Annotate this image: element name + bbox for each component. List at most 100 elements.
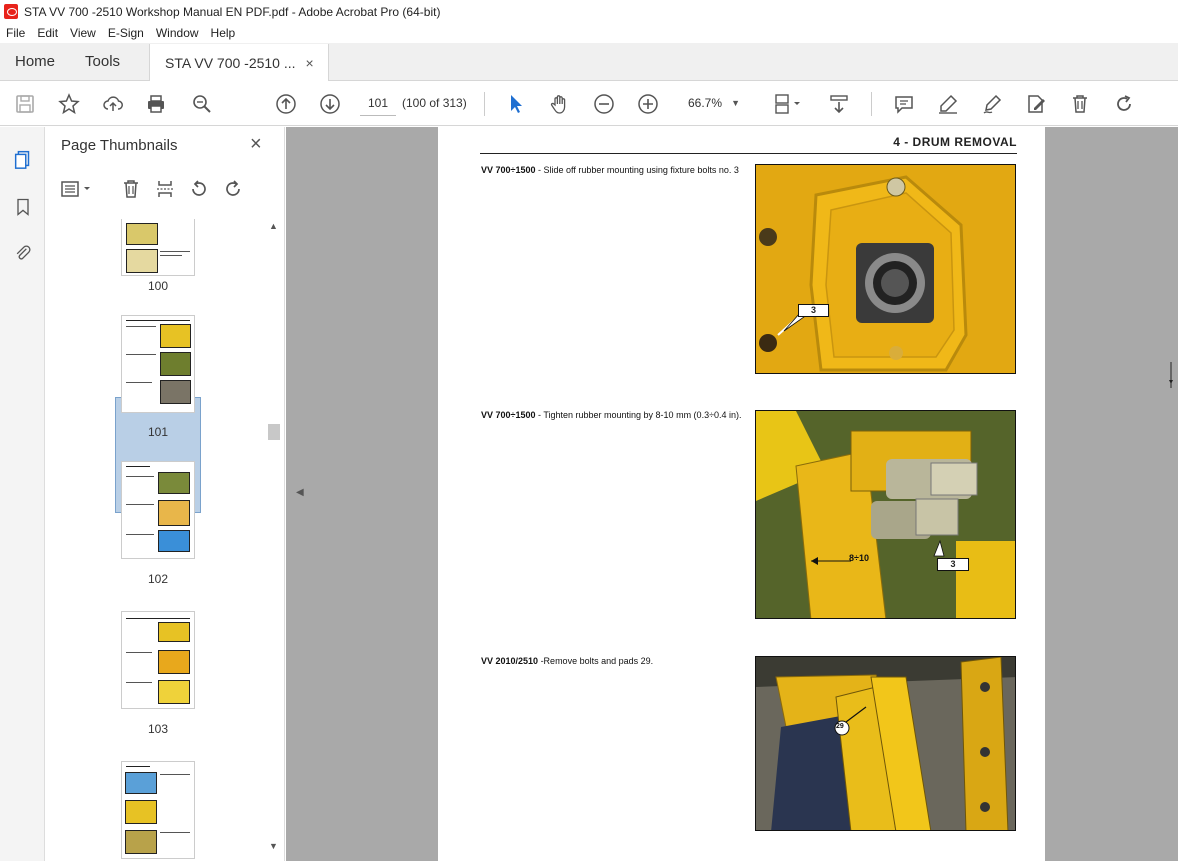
page-thumbnails-icon[interactable] (11, 147, 35, 171)
photo-drawing (756, 165, 1015, 373)
step-1-text: VV 700÷1500 - Slide off rubber mounting … (481, 165, 743, 176)
bookmark-star-icon[interactable] (56, 91, 82, 117)
next-page-icon[interactable] (317, 91, 343, 117)
delete-trash-icon[interactable] (1067, 91, 1093, 117)
upload-cloud-icon[interactable] (100, 91, 126, 117)
thumbnail-text-line (126, 466, 150, 467)
thumbnail-photo (158, 472, 190, 494)
menu-help[interactable]: Help (205, 26, 242, 40)
close-panel-icon[interactable]: × (250, 133, 262, 156)
page-count-label: (100 of 313) (402, 96, 467, 110)
thumbnail-photo (126, 223, 158, 245)
rotate-left-icon[interactable] (187, 177, 211, 201)
step-2-text: VV 700÷1500 - Tighten rubber mounting by… (481, 410, 743, 421)
step-1-instruction: - Slide off rubber mounting using fixtur… (535, 165, 739, 175)
previous-page-icon[interactable] (273, 91, 299, 117)
step-3-text: VV 2010/2510 -Remove bolts and pads 29. (481, 656, 743, 667)
thumbnail-photo (125, 830, 157, 854)
thumbnail-text-line (126, 504, 154, 505)
thumbnail-text-line (126, 326, 156, 327)
thumbnail-photo (160, 380, 191, 404)
save-icon[interactable] (12, 91, 38, 117)
thumbnail-page-100[interactable] (122, 219, 194, 275)
highlight-pen-icon[interactable] (935, 91, 961, 117)
thumbnail-label-101: 101 (147, 425, 169, 439)
hand-tool-icon[interactable] (547, 91, 573, 117)
attachments-paperclip-icon[interactable] (11, 241, 35, 265)
scroll-down-icon[interactable]: ▼ (269, 841, 278, 851)
thumbnail-text-line (160, 255, 182, 256)
zoom-search-icon[interactable] (189, 91, 215, 117)
menu-file[interactable]: File (0, 26, 31, 40)
panel-title: Page Thumbnails (61, 137, 178, 154)
header-rule (480, 153, 1017, 154)
collapse-panel-icon[interactable]: ◀ (296, 487, 304, 498)
document-tab-label: STA VV 700 -2510 ... (165, 54, 296, 71)
print-icon[interactable] (143, 91, 169, 117)
comment-icon[interactable] (891, 91, 917, 117)
thumbnail-photo (125, 800, 157, 824)
zoom-out-icon[interactable] (591, 91, 617, 117)
thumbnail-photo (158, 622, 190, 642)
page-thumbnails-panel: Page Thumbnails × 100 101 102 103 (45, 127, 285, 861)
thumbnail-page-103[interactable] (122, 612, 194, 708)
thumbnail-text-line (126, 382, 152, 383)
page-display-icon[interactable] (770, 91, 806, 117)
thumbnail-page-104[interactable] (122, 762, 194, 858)
photo-drawing (756, 411, 1015, 618)
thumbnail-text-line (126, 534, 154, 535)
gap-label: 8÷10 (849, 553, 869, 563)
thumbnail-photo (158, 500, 190, 526)
thumbnail-page-102[interactable] (122, 462, 194, 558)
page-number-input[interactable]: 101 (360, 90, 396, 116)
thumbnail-text-line (126, 652, 152, 653)
menu-view[interactable]: View (64, 26, 102, 40)
thumbnail-photo (125, 772, 157, 794)
menu-esign[interactable]: E-Sign (102, 26, 150, 40)
step-3-model: VV 2010/2510 (481, 656, 539, 666)
thumbnail-photo (158, 530, 190, 552)
thumbnail-options-icon[interactable] (59, 177, 95, 201)
tab-tools[interactable]: Tools (70, 43, 135, 80)
edit-pdf-icon[interactable] (1023, 91, 1049, 117)
menu-edit[interactable]: Edit (31, 26, 64, 40)
thumbnail-photo (158, 680, 190, 704)
zoom-level-select[interactable]: 66.7% ▼ (680, 90, 746, 116)
thumbnail-text-line (126, 476, 154, 477)
thumbnail-photo (158, 650, 190, 674)
thumbnail-text-line (160, 774, 190, 775)
thumbnail-scrollbar[interactable]: ▲ ▼ (266, 219, 282, 859)
thumbnail-label-103: 103 (147, 722, 169, 736)
tab-home[interactable]: Home (0, 43, 70, 80)
step-1-model: VV 700÷1500 (481, 165, 536, 175)
toolbar-separator (484, 92, 485, 116)
sign-pen-icon[interactable] (979, 91, 1005, 117)
extract-pages-icon[interactable] (153, 177, 177, 201)
pdf-page: 4 - DRUM REMOVAL VV 700÷1500 - Slide off… (438, 127, 1045, 861)
zoom-in-icon[interactable] (635, 91, 661, 117)
scroll-up-icon[interactable]: ▲ (269, 221, 278, 231)
delete-page-icon[interactable] (119, 177, 143, 201)
title-bar: STA VV 700 -2510 Workshop Manual EN PDF.… (0, 0, 1178, 23)
menu-window[interactable]: Window (150, 26, 205, 40)
zoom-level-value: 66.7% (688, 96, 723, 110)
select-cursor-icon[interactable] (503, 91, 529, 117)
callout-label: 3 (937, 558, 969, 571)
tab-document[interactable]: STA VV 700 -2510 ... × (149, 44, 330, 81)
scroll-mode-icon[interactable] (826, 91, 852, 117)
thumbnail-text-line (126, 618, 190, 619)
callout-label: 3 (798, 304, 829, 317)
bookmarks-icon[interactable] (11, 195, 35, 219)
menu-bar: File Edit View E-Sign Window Help (0, 23, 1178, 43)
chevron-down-icon: ▼ (731, 98, 740, 108)
thumbnail-text-line (126, 766, 150, 767)
close-tab-icon[interactable]: × (306, 55, 314, 71)
thumbnail-page-101[interactable] (122, 316, 194, 412)
thumbnail-text-line (160, 251, 190, 252)
scrollbar-thumb[interactable] (268, 424, 280, 440)
photo-rubber-mounting: 3 (755, 164, 1016, 374)
panel-toolbar (45, 173, 285, 205)
step-2-instruction: - Tighten rubber mounting by 8-10 mm (0.… (535, 410, 742, 420)
rotate-right-icon[interactable] (221, 177, 245, 201)
rotate-icon[interactable] (1111, 91, 1137, 117)
